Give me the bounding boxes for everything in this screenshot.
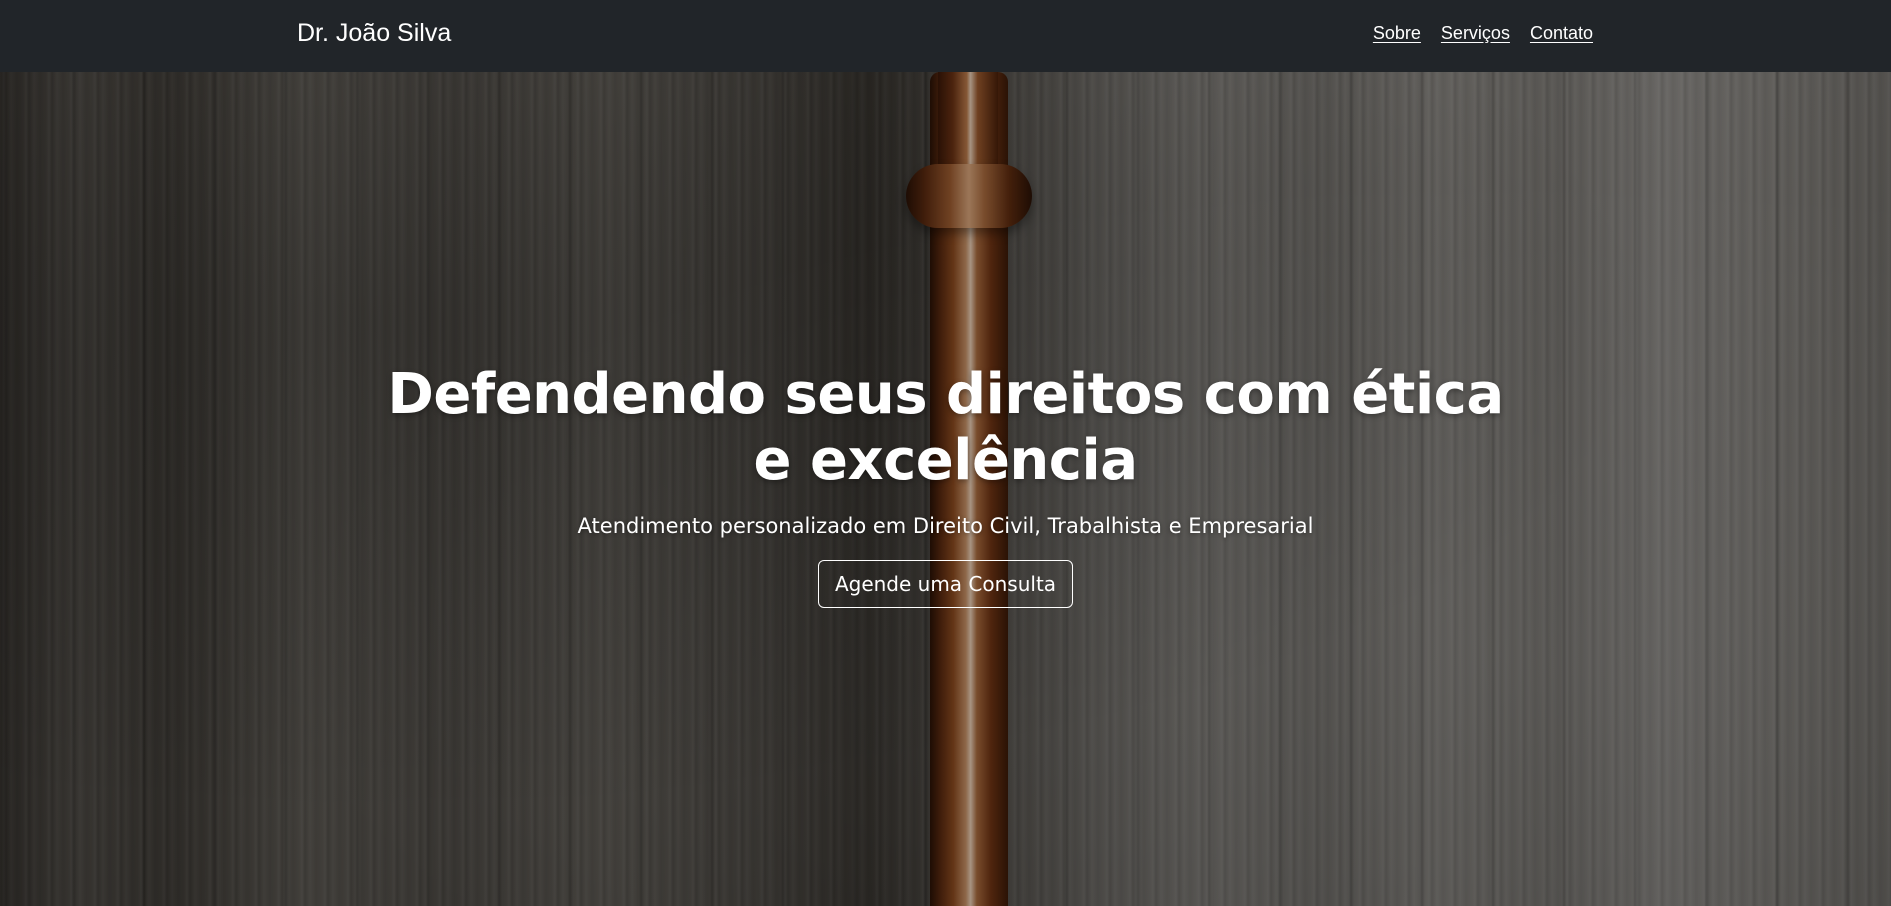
brand-logo-link[interactable]: Dr. João Silva [297,16,451,50]
hero-title: Defendendo seus direitos com ética e exc… [387,362,1504,493]
hero-section: Defendendo seus direitos com ética e exc… [0,72,1891,906]
nav-links: Sobre Serviços Contato [1373,21,1593,45]
nav-link-sobre[interactable]: Sobre [1373,21,1421,45]
nav-link-servicos[interactable]: Serviços [1441,21,1510,45]
schedule-consultation-button[interactable]: Agende uma Consulta [817,560,1074,608]
navbar: Dr. João Silva Sobre Serviços Contato [0,0,1891,72]
nav-link-contato[interactable]: Contato [1530,21,1593,45]
hero-content: Defendendo seus direitos com ética e exc… [0,362,1891,608]
hero-subtitle: Atendimento personalizado em Direito Civ… [577,514,1314,538]
